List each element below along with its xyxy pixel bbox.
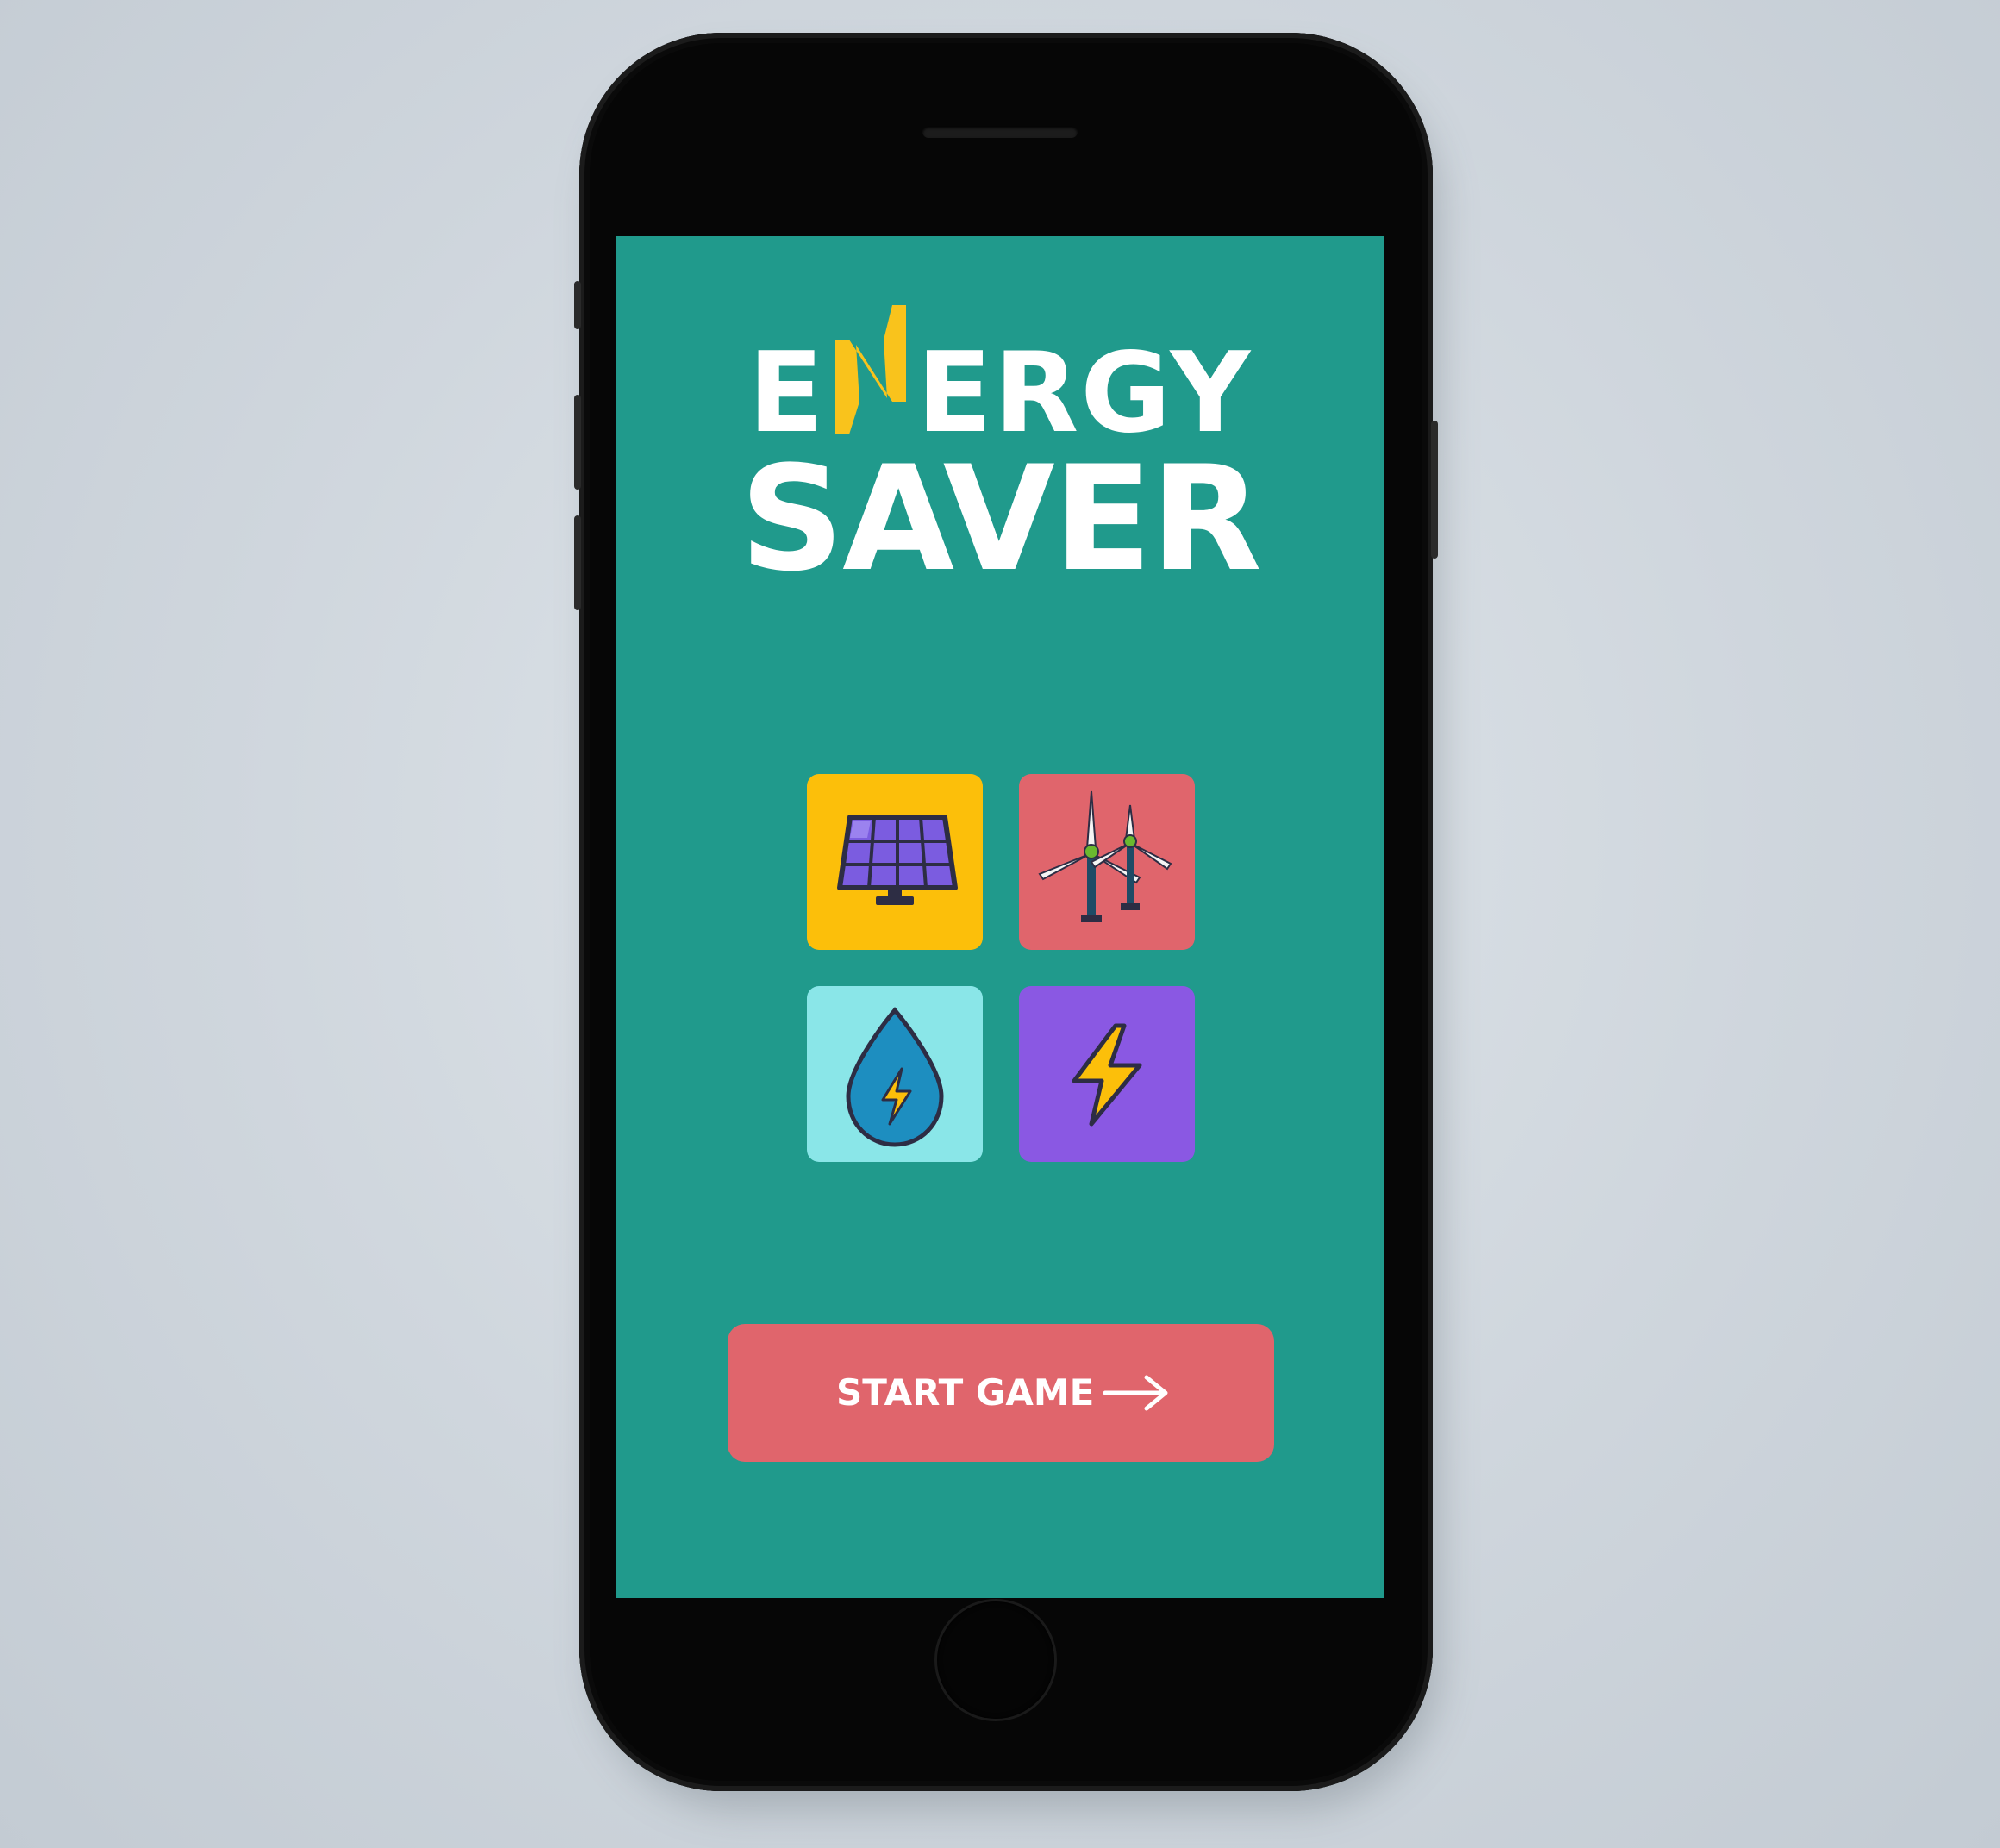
water-drop-bolt-icon <box>846 1007 944 1147</box>
volume-down-button <box>574 515 581 610</box>
power-button <box>1431 421 1438 559</box>
start-game-button[interactable]: START GAME <box>728 1324 1274 1462</box>
wind-turbine-icon <box>1038 790 1172 922</box>
solar-panel-icon <box>837 815 958 905</box>
tile-electricity[interactable] <box>1019 986 1195 1162</box>
tile-solar-panel[interactable] <box>807 774 983 950</box>
tile-wind-turbines[interactable] <box>1019 774 1195 950</box>
title-saver: SAVER <box>740 434 1262 603</box>
phone-frame: E ERGY SAVER START GAME <box>574 33 1438 1791</box>
start-game-label: START GAME <box>836 1371 1095 1414</box>
volume-up-button <box>574 395 581 490</box>
bolt-n-letter-icon <box>825 305 916 436</box>
mute-switch <box>574 281 581 329</box>
home-button[interactable] <box>937 1601 1054 1719</box>
arrow-right-icon <box>1103 1375 1168 1411</box>
lightning-bolt-icon <box>1072 1023 1142 1127</box>
app-screen: E ERGY SAVER START GAME <box>616 236 1384 1598</box>
earpiece-speaker <box>922 126 1078 138</box>
tile-hydro-power[interactable] <box>807 986 983 1162</box>
energy-tiles-grid <box>807 774 1195 1162</box>
